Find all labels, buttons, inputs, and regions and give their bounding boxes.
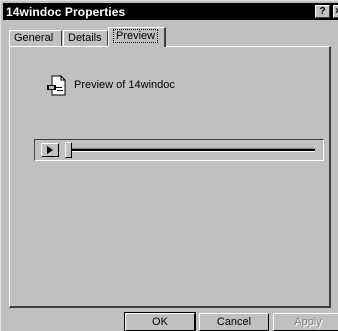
seek-track[interactable] xyxy=(69,148,315,152)
tab-preview-label: Preview xyxy=(113,29,159,43)
window-title: 14windoc Properties xyxy=(6,4,126,19)
play-button[interactable] xyxy=(41,143,59,157)
properties-dialog: 14windoc Properties ? × General Details … xyxy=(0,0,338,331)
media-player xyxy=(34,139,324,161)
help-button[interactable]: ? xyxy=(315,5,330,18)
document-icon xyxy=(47,75,66,96)
tab-details[interactable]: Details xyxy=(63,30,108,46)
title-bar[interactable]: 14windoc Properties ? × xyxy=(3,3,338,20)
ok-button[interactable]: OK xyxy=(124,312,196,331)
cancel-button[interactable]: Cancel xyxy=(199,313,269,331)
apply-button: Apply xyxy=(273,313,338,331)
preview-panel: Preview of 14windoc xyxy=(9,46,331,308)
seek-slider-thumb[interactable] xyxy=(65,142,72,158)
tab-details-label: Details xyxy=(68,32,102,44)
close-button[interactable]: × xyxy=(333,5,338,18)
tab-general-label: General xyxy=(14,32,54,44)
tab-general[interactable]: General xyxy=(9,30,62,46)
preview-file-label: Preview of 14windoc xyxy=(74,79,175,91)
tab-preview[interactable]: Preview xyxy=(108,27,166,47)
